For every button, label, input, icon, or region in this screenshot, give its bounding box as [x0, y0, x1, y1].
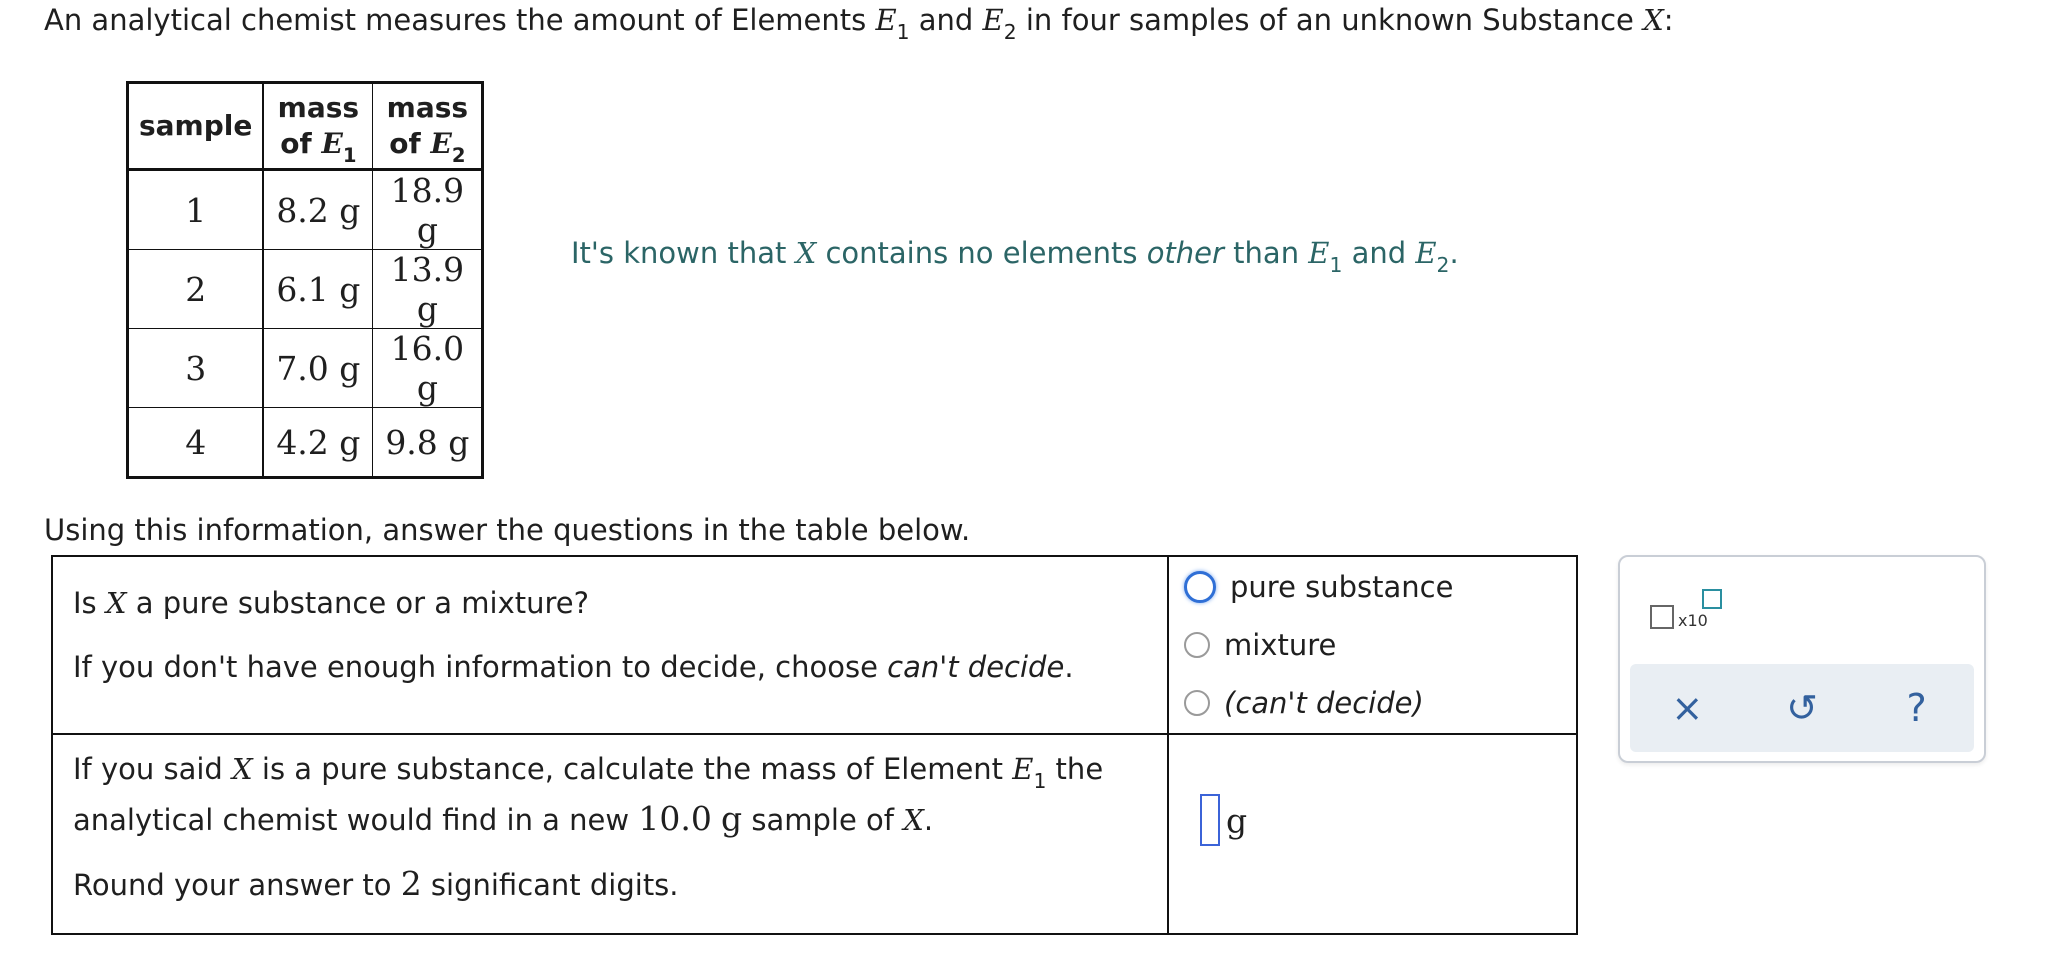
option-mixture[interactable]: mixture	[1184, 616, 1575, 674]
instructions: Using this information, answer the quest…	[44, 513, 971, 547]
option-cant-decide[interactable]: (can't decide)	[1184, 674, 1575, 732]
answer-unit: g	[1226, 800, 1248, 840]
sample-data-table: sample mass of E1 mass of E2 1 8.2 g 18.…	[126, 81, 485, 479]
question-row-2: If you said X is a pure substance, calcu…	[51, 733, 1578, 935]
clear-icon[interactable]: ×	[1657, 686, 1717, 730]
header-mass-e1: mass of E1	[262, 82, 374, 170]
mass-e2-value: 9.8 g	[372, 407, 484, 478]
question-1-text: Is X a pure substance or a mixture? If y…	[51, 555, 1169, 735]
sample-number: 2	[127, 249, 265, 329]
mass-e2-value: 13.9 g	[372, 249, 484, 329]
table-row: 3 7.0 g 16.0 g	[127, 328, 484, 408]
base-box-icon	[1650, 605, 1674, 629]
radio-mixture[interactable]	[1184, 632, 1210, 658]
question-table: Is X a pure substance or a mixture? If y…	[51, 555, 1578, 935]
sample-number: 3	[127, 328, 265, 408]
table-row: 2 6.1 g 13.9 g	[127, 249, 484, 329]
undo-icon[interactable]: ↺	[1772, 686, 1832, 730]
question-2-answer: g	[1167, 733, 1578, 935]
question-1-options: pure substance mixture (can't decide)	[1167, 555, 1578, 735]
x10-label: x10	[1678, 611, 1708, 630]
header-sample: sample	[127, 82, 265, 170]
answer-tool-panel: x10 × ↺ ?	[1618, 555, 1986, 763]
tool-bar: × ↺ ?	[1630, 664, 1974, 752]
sample-number: 4	[127, 407, 265, 478]
mass-e1-value: 7.0 g	[262, 328, 374, 408]
question-row-1: Is X a pure substance or a mixture? If y…	[51, 555, 1578, 735]
radio-pure-substance[interactable]	[1184, 571, 1216, 603]
radio-cant-decide[interactable]	[1184, 690, 1210, 716]
mass-answer-input[interactable]	[1200, 794, 1220, 846]
mass-e1-value: 4.2 g	[262, 407, 374, 478]
question-2-text: If you said X is a pure substance, calcu…	[51, 733, 1169, 935]
mass-e2-value: 18.9 g	[372, 169, 484, 250]
help-icon[interactable]: ?	[1887, 686, 1947, 730]
table-row: 1 8.2 g 18.9 g	[127, 169, 484, 250]
known-statement: It's known that X contains no elements o…	[571, 236, 1459, 278]
exponent-box-icon	[1702, 589, 1722, 609]
scientific-notation-button[interactable]: x10	[1650, 589, 1730, 631]
option-pure-substance[interactable]: pure substance	[1184, 558, 1575, 616]
mass-e2-value: 16.0 g	[372, 328, 484, 408]
mass-e1-value: 6.1 g	[262, 249, 374, 329]
header-mass-e2: mass of E2	[372, 82, 484, 170]
problem-intro: An analytical chemist measures the amoun…	[44, 3, 1674, 45]
table-row: 4 4.2 g 9.8 g	[127, 407, 484, 478]
sample-number: 1	[127, 169, 265, 250]
mass-e1-value: 8.2 g	[262, 169, 374, 250]
